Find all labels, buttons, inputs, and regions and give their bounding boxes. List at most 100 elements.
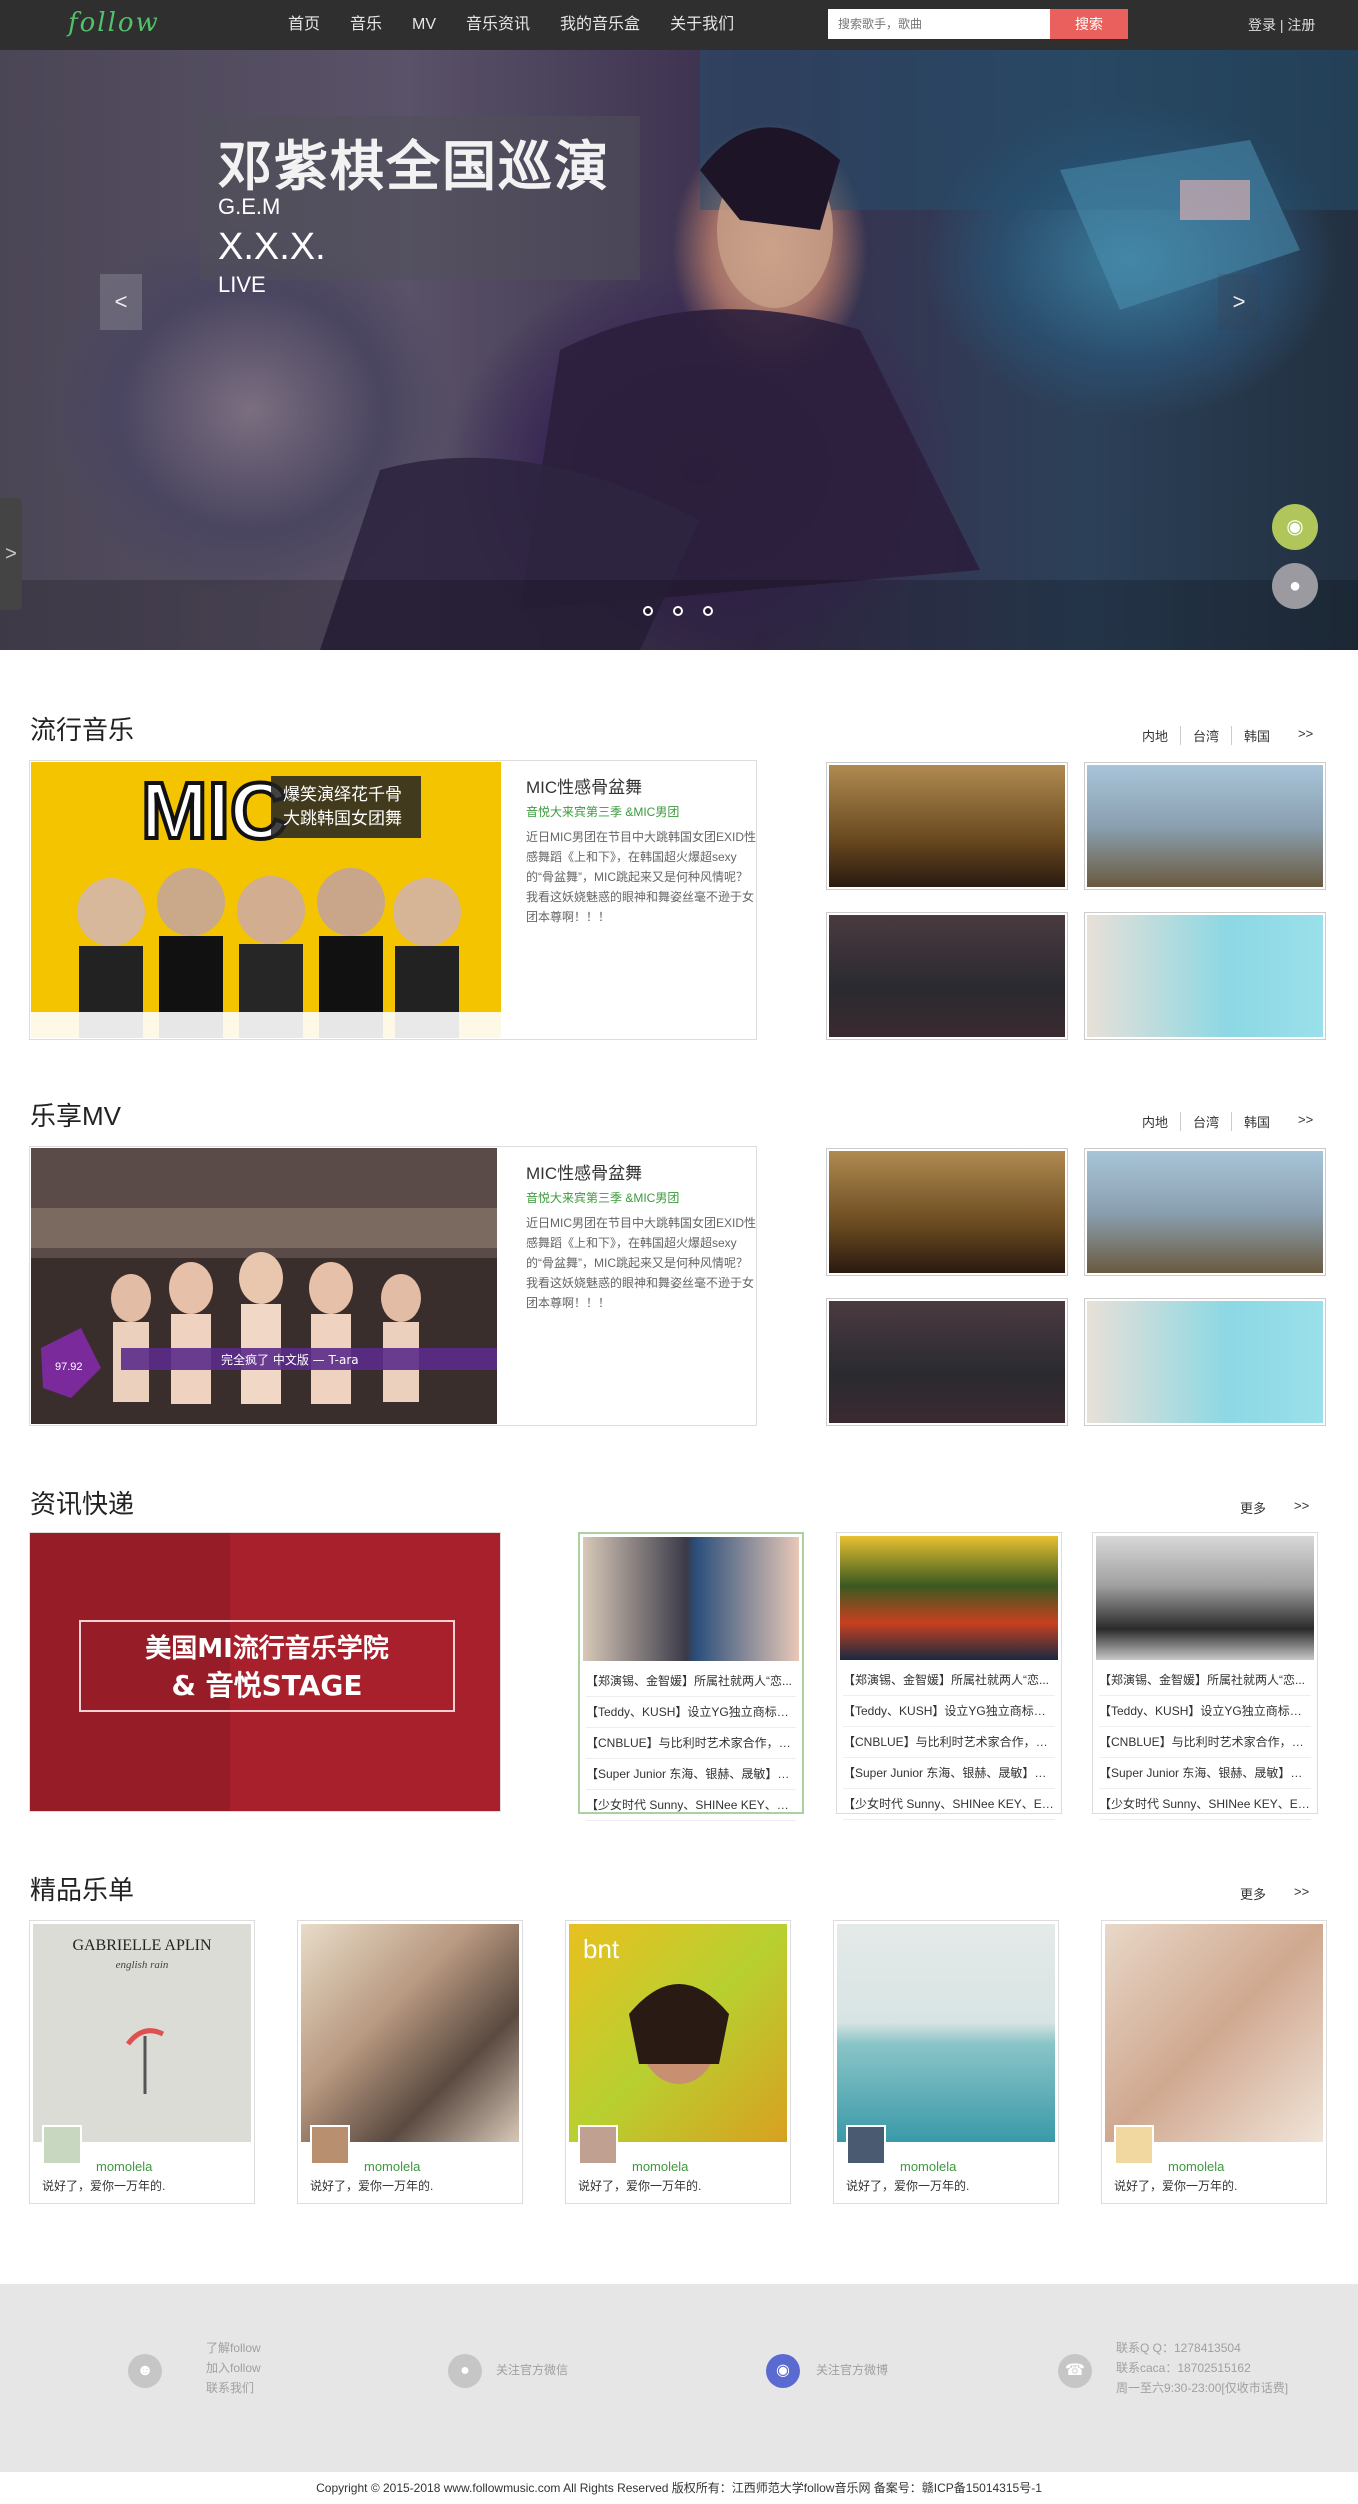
news-item[interactable]: 【郑演锡、金智媛】所属社就两人“恋... — [843, 1665, 1055, 1696]
playlist-user[interactable]: momolela — [632, 2159, 688, 2174]
pop-feature-title[interactable]: MIC性感骨盆舞 — [526, 773, 642, 798]
playlist-cover[interactable] — [837, 1924, 1055, 2142]
playlist-user[interactable]: momolela — [96, 2159, 152, 2174]
pop-thumb-2[interactable] — [1084, 762, 1326, 890]
auth-separator: | — [1279, 17, 1284, 33]
playlist-card-5[interactable]: momolela 说好了，爱你一万年的. — [1101, 1920, 1327, 2204]
playlists-more-link[interactable]: 更多 — [1228, 1884, 1278, 1903]
playlist-user[interactable]: momolela — [1168, 2159, 1224, 2174]
playlist-cover[interactable]: bnt — [569, 1924, 787, 2142]
carousel-prev-button[interactable]: < — [100, 274, 142, 330]
side-drawer-toggle[interactable]: > — [0, 498, 22, 610]
avatar[interactable] — [1114, 2125, 1154, 2165]
nav-news[interactable]: 音乐资讯 — [466, 0, 530, 50]
news-item[interactable]: 【少女时代 Sunny、SHINee KEY、EX... — [843, 1789, 1055, 1820]
playlist-user[interactable]: momolela — [364, 2159, 420, 2174]
news-item[interactable]: 【Teddy、KUSH】设立YG独立商标厂牌 — [586, 1697, 796, 1728]
footer-join-follow[interactable]: 加入follow — [206, 2358, 261, 2378]
footer-weibo[interactable]: 关注官方微博 — [816, 2360, 888, 2380]
carousel-dot-2[interactable] — [673, 606, 683, 616]
tab-korea[interactable]: 韩国 — [1231, 726, 1282, 745]
playlist-card-1[interactable]: GABRIELLE APLIN english rain momolela 说好… — [29, 1920, 255, 2204]
carousel-dot-3[interactable] — [703, 606, 713, 616]
search-button[interactable]: 搜索 — [1050, 9, 1128, 39]
tab-taiwan[interactable]: 台湾 — [1180, 726, 1231, 745]
news-item[interactable]: 【少女时代 Sunny、SHINee KEY、EX... — [586, 1790, 796, 1821]
news-item[interactable]: 【Super Junior 东海、银赫、晟敏】归... — [843, 1758, 1055, 1789]
mv-thumb-1[interactable] — [826, 1148, 1068, 1276]
news-more-arrows[interactable]: >> — [1278, 1498, 1321, 1517]
mv-thumb-2[interactable] — [1084, 1148, 1326, 1276]
news-item[interactable]: 【Super Junior 东海、银赫、晟敏】归... — [1099, 1758, 1311, 1789]
news-card-image[interactable] — [840, 1536, 1058, 1660]
news-card-image[interactable] — [583, 1537, 799, 1661]
news-card-1[interactable]: 【郑演锡、金智媛】所属社就两人“恋... 【Teddy、KUSH】设立YG独立商… — [578, 1532, 804, 1821]
register-link[interactable]: 注册 — [1287, 17, 1315, 33]
tab-mainland[interactable]: 内地 — [1130, 726, 1180, 745]
tab-mainland[interactable]: 内地 — [1130, 1112, 1180, 1131]
playlist-user[interactable]: momolela — [900, 2159, 956, 2174]
cover-album-text: english rain — [116, 1959, 169, 1971]
playlist-comment: 说好了，爱你一万年的. — [846, 2179, 970, 2193]
pop-thumb-3[interactable] — [826, 912, 1068, 1040]
qq-icon[interactable]: ◉ — [1272, 504, 1318, 550]
news-item[interactable]: 【CNBLUE】与比利时艺术家合作，特... — [843, 1727, 1055, 1758]
mv-feature-title[interactable]: MIC性感骨盆舞 — [526, 1159, 642, 1184]
mv-thumb-3[interactable] — [826, 1298, 1068, 1426]
footer-about-follow[interactable]: 了解follow — [206, 2338, 261, 2358]
news-banner-image[interactable]: 美国MI流行音乐学院 & 音悦STAGE — [30, 1533, 500, 1811]
carousel-dot-1[interactable] — [643, 606, 653, 616]
playlist-comment: 说好了，爱你一万年的. — [310, 2179, 434, 2193]
pop-thumb-4[interactable] — [1084, 912, 1326, 1040]
avatar[interactable] — [310, 2125, 350, 2165]
nav-home[interactable]: 首页 — [288, 0, 320, 50]
footer-contact-us[interactable]: 联系我们 — [206, 2378, 261, 2398]
playlist-cover[interactable] — [301, 1924, 519, 2142]
wechat-icon[interactable]: ● — [1272, 563, 1318, 609]
avatar[interactable] — [42, 2125, 82, 2165]
news-item[interactable]: 【CNBLUE】与比利时艺术家合作，特... — [586, 1728, 796, 1759]
news-item[interactable]: 【少女时代 Sunny、SHINee KEY、EX... — [1099, 1789, 1311, 1820]
nav-music[interactable]: 音乐 — [350, 0, 382, 50]
news-card-3[interactable]: 【郑演锡、金智媛】所属社就两人“恋... 【Teddy、KUSH】设立YG独立商… — [1092, 1532, 1318, 1820]
news-item[interactable]: 【CNBLUE】与比利时艺术家合作，特... — [1099, 1727, 1311, 1758]
news-card-image[interactable] — [1096, 1536, 1314, 1660]
mv-feature-image[interactable]: 97.92 完全疯了 中文版 — T-ara — [31, 1148, 497, 1424]
footer-wechat[interactable]: 关注官方微信 — [496, 2360, 568, 2380]
nav-mv[interactable]: MV — [412, 0, 436, 50]
cover-brand-text: bnt — [583, 1934, 620, 1964]
mv-thumb-4[interactable] — [1084, 1298, 1326, 1426]
pop-feature-card[interactable]: MIC 爆笑演绎花千骨 大跳韩国女团舞 MIC性感骨盆舞 音悦大来宾第三季 &M… — [29, 760, 757, 1040]
pop-feature-image[interactable]: MIC 爆笑演绎花千骨 大跳韩国女团舞 — [31, 762, 501, 1038]
carousel-next-button[interactable]: > — [1218, 274, 1260, 330]
playlist-card-2[interactable]: momolela 说好了，爱你一万年的. — [297, 1920, 523, 2204]
mv-more-link[interactable]: >> — [1282, 1112, 1325, 1131]
login-link[interactable]: 登录 — [1248, 17, 1276, 33]
news-card-2[interactable]: 【郑演锡、金智媛】所属社就两人“恋... 【Teddy、KUSH】设立YG独立商… — [836, 1532, 1062, 1820]
tab-taiwan[interactable]: 台湾 — [1180, 1112, 1231, 1131]
hero-carousel[interactable]: 邓紫棋全国巡演 G.E.M X.X.X. LIVE < > — [0, 50, 1358, 650]
playlist-cover[interactable] — [1105, 1924, 1323, 2142]
news-item[interactable]: 【郑演锡、金智媛】所属社就两人“恋... — [586, 1666, 796, 1697]
news-item[interactable]: 【Super Junior 东海、银赫、晟敏】归... — [586, 1759, 796, 1790]
news-more-link[interactable]: 更多 — [1228, 1498, 1278, 1517]
news-item[interactable]: 【Teddy、KUSH】设立YG独立商标厂牌 — [843, 1696, 1055, 1727]
site-logo[interactable]: follow — [68, 8, 160, 38]
mv-feature-card[interactable]: 97.92 完全疯了 中文版 — T-ara MIC性感骨盆舞 音悦大来宾第三季… — [29, 1146, 757, 1426]
pop-more-link[interactable]: >> — [1282, 726, 1325, 745]
pop-thumb-1[interactable] — [826, 762, 1068, 890]
playlist-card-4[interactable]: momolela 说好了，爱你一万年的. — [833, 1920, 1059, 2204]
avatar[interactable] — [846, 2125, 886, 2165]
search-input[interactable] — [828, 9, 1050, 39]
tab-korea[interactable]: 韩国 — [1231, 1112, 1282, 1131]
playlist-cover[interactable]: GABRIELLE APLIN english rain — [33, 1924, 251, 2142]
news-more: 更多 >> — [1228, 1498, 1321, 1517]
playlists-more-arrows[interactable]: >> — [1278, 1884, 1321, 1903]
avatar[interactable] — [578, 2125, 618, 2165]
news-item[interactable]: 【Teddy、KUSH】设立YG独立商标厂牌 — [1099, 1696, 1311, 1727]
nav-about[interactable]: 关于我们 — [670, 0, 734, 50]
nav-my-music-box[interactable]: 我的音乐盒 — [560, 0, 640, 50]
news-item[interactable]: 【郑演锡、金智媛】所属社就两人“恋... — [1099, 1665, 1311, 1696]
news-banner[interactable]: 美国MI流行音乐学院 & 音悦STAGE — [29, 1532, 501, 1812]
playlist-card-3[interactable]: bnt momolela 说好了，爱你一万年的. — [565, 1920, 791, 2204]
